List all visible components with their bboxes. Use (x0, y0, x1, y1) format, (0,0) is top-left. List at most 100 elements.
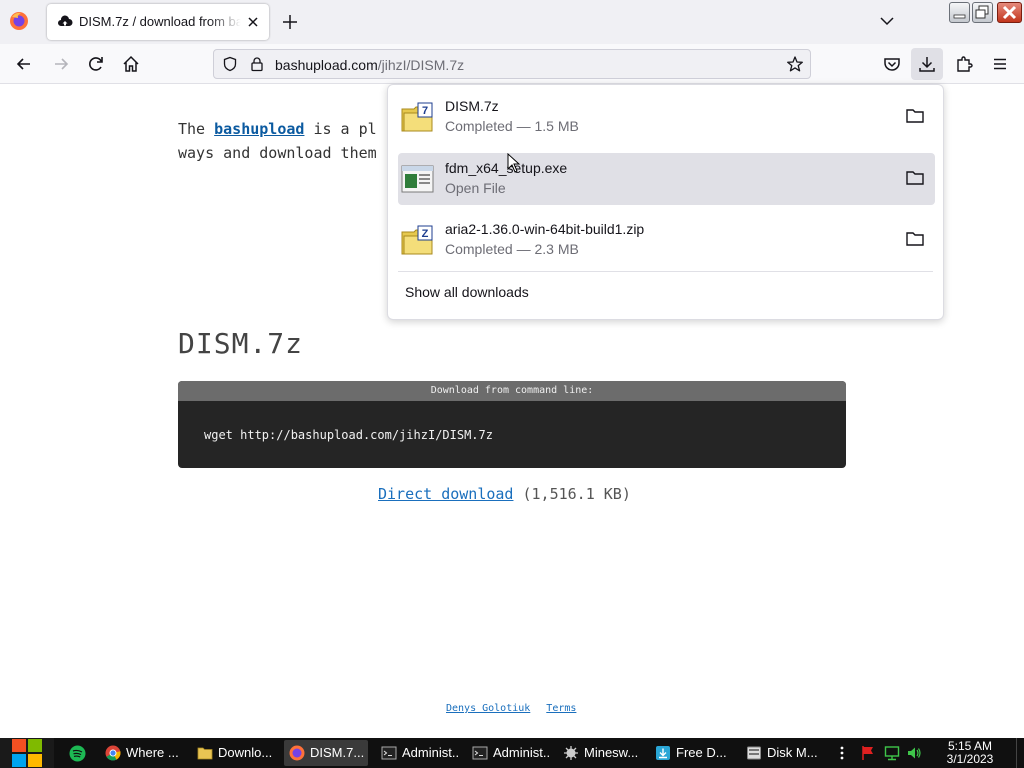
download-item[interactable]: 7 DISM.7z Completed — 1.5 MB (398, 91, 935, 143)
command-line-header: Download from command line: (178, 381, 846, 401)
folder-icon (197, 747, 213, 760)
exe-icon (401, 165, 434, 193)
minesweeper-icon (564, 746, 578, 760)
close-icon (1002, 5, 1017, 20)
taskbar-item-downloads-folder[interactable]: Downlo... (192, 740, 276, 766)
tray-overflow-icon[interactable] (838, 745, 846, 761)
volume-icon[interactable] (906, 745, 922, 761)
bashupload-link[interactable]: bashupload (214, 120, 304, 138)
intro-text-start: The (178, 120, 215, 138)
window-restore-button[interactable] (972, 2, 993, 23)
svg-text:7: 7 (422, 105, 428, 117)
taskbar-item-firefox[interactable]: DISM.7... (284, 740, 368, 766)
downloads-panel: 7 DISM.7z Completed — 1.5 MB fdm_x64_set… (387, 84, 944, 320)
terms-link[interactable]: Terms (546, 703, 576, 714)
show-all-downloads-button[interactable]: Show all downloads (405, 284, 529, 300)
restore-icon (975, 5, 989, 19)
cmd-icon (381, 746, 397, 760)
chrome-icon (105, 745, 121, 761)
taskbar-item-label: Downlo... (218, 745, 273, 760)
bookmark-star-icon[interactable] (786, 55, 804, 73)
intro-text-end: is a pl (304, 120, 377, 138)
taskbar-item-label: Administ... (493, 745, 551, 760)
intro-text-line2: ways and download them (178, 144, 377, 162)
file-heading: DISM.7z (178, 327, 304, 360)
pocket-icon[interactable] (882, 54, 902, 74)
cloud-upload-icon (58, 15, 73, 26)
open-folder-icon[interactable] (905, 230, 925, 248)
show-desktop-button[interactable] (1016, 738, 1024, 768)
reload-icon[interactable] (86, 54, 106, 74)
tab-strip: DISM.7z / download from bashupload (0, 0, 1024, 44)
network-icon[interactable] (884, 745, 900, 761)
tab-title: DISM.7z / download from bashupload (79, 14, 241, 29)
minimize-icon (953, 14, 966, 19)
7z-archive-icon: 7 (401, 102, 433, 132)
url-text[interactable]: bashupload.com/jihzI/DISM.7z (275, 57, 464, 73)
firefox-icon (289, 745, 305, 761)
taskbar-item-free-download-manager[interactable]: Free D... (650, 740, 734, 766)
download-status: Open File (445, 180, 506, 196)
tab-active[interactable]: DISM.7z / download from bashupload (47, 4, 269, 40)
download-item[interactable]: Z aria2-1.36.0-win-64bit-build1.zip Comp… (398, 214, 935, 266)
tracking-protection-shield-icon[interactable] (222, 56, 238, 72)
url-path: /jihzI/DISM.7z (377, 57, 465, 73)
taskbar-item-minesweeper[interactable]: Minesw... (558, 740, 642, 766)
taskbar-item-chrome[interactable]: Where ... (100, 740, 184, 766)
firefox-menu-icon[interactable] (9, 11, 29, 31)
cmd-icon (472, 746, 488, 760)
wget-command[interactable]: wget http://bashupload.com/jihzI/DISM.7z (204, 428, 493, 442)
download-status: Completed — 2.3 MB (445, 241, 579, 257)
downloads-button[interactable] (911, 48, 943, 80)
address-bar[interactable]: bashupload.com/jihzI/DISM.7z (213, 49, 811, 79)
clock-date: 3/1/2023 (946, 752, 994, 766)
system-clock[interactable]: 5:15 AM 3/1/2023 (936, 740, 1004, 766)
command-line-box: Download from command line: wget http://… (178, 381, 846, 468)
open-folder-icon[interactable] (905, 107, 925, 125)
hamburger-menu-icon[interactable] (990, 54, 1010, 74)
divider (398, 271, 933, 272)
download-name: aria2-1.36.0-win-64bit-build1.zip (445, 221, 645, 237)
page-footer: Denys Golotiuk Terms (446, 703, 592, 714)
taskbar-item-label: Minesw... (584, 745, 639, 760)
windows-logo-icon (12, 739, 42, 767)
close-tab-icon[interactable] (245, 14, 261, 30)
navigation-toolbar: bashupload.com/jihzI/DISM.7z (0, 44, 1024, 84)
chevron-down-icon[interactable] (878, 14, 896, 28)
taskbar-item-label: Where ... (126, 745, 179, 760)
back-arrow-icon[interactable] (14, 54, 34, 74)
action-center-flag-icon[interactable] (860, 745, 876, 761)
taskbar-item-label: Disk M... (767, 745, 818, 760)
taskbar-item-disk-management[interactable]: Disk M... (741, 740, 825, 766)
direct-download-link[interactable]: Direct download (378, 485, 513, 503)
open-folder-icon[interactable] (905, 169, 925, 187)
author-link[interactable]: Denys Golotiuk (446, 703, 530, 714)
window-close-button[interactable] (997, 2, 1022, 23)
svg-text:Z: Z (422, 228, 429, 240)
new-tab-icon[interactable] (280, 12, 300, 32)
download-item[interactable]: fdm_x64_setup.exe Open File (398, 153, 935, 205)
taskbar-item-cmd-1[interactable]: Administ... (376, 740, 460, 766)
zip-archive-icon: Z (401, 225, 433, 255)
extensions-puzzle-icon[interactable] (954, 54, 974, 74)
home-icon[interactable] (121, 54, 141, 74)
file-size: (1,516.1 KB) (522, 485, 631, 503)
disk-management-icon (747, 746, 761, 760)
download-status: Completed — 1.5 MB (445, 118, 579, 134)
taskbar-item-cmd-2[interactable]: Administ... (467, 740, 551, 766)
taskbar-item-label: Administ... (402, 745, 460, 760)
download-name: DISM.7z (445, 98, 499, 114)
taskbar: Where ... Downlo... DISM.7... Administ..… (0, 738, 1024, 768)
fdm-icon (656, 746, 670, 760)
taskbar-item-label: Free D... (676, 745, 727, 760)
mouse-cursor-icon (507, 153, 521, 173)
download-arrow-icon (919, 57, 935, 72)
window-minimize-button[interactable] (949, 2, 970, 23)
lock-icon[interactable] (249, 56, 265, 72)
forward-arrow-icon[interactable] (51, 54, 71, 74)
taskbar-item-label: DISM.7... (310, 745, 365, 760)
spotify-icon[interactable] (69, 745, 86, 762)
direct-download-line: Direct download (1,516.1 KB) (378, 485, 631, 503)
url-host: bashupload.com (275, 57, 378, 73)
start-button[interactable] (0, 738, 54, 768)
